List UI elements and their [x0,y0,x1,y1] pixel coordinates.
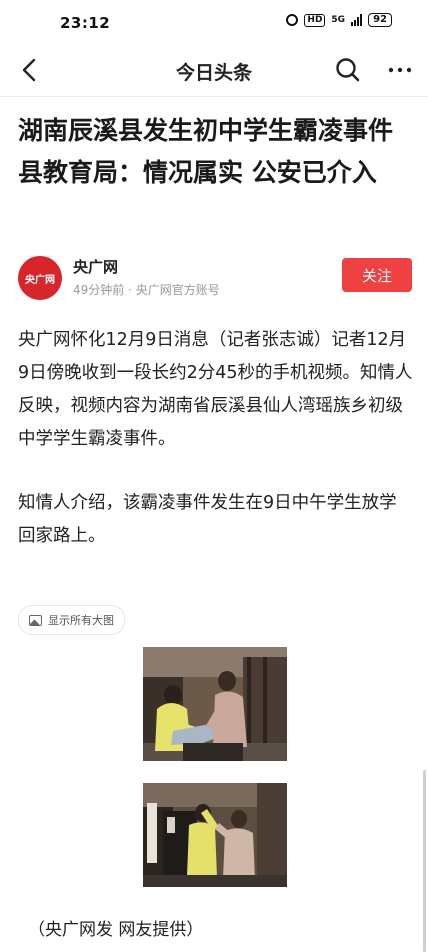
article-paragraph-1: 央广网怀化12月9日消息（记者张志诚）记者12月9日傍晚收到一段长约2分45秒的… [18,330,413,449]
image-icon [29,614,42,626]
battery-level: 92 [368,13,392,27]
show-all-images-label: 显示所有大图 [48,614,114,627]
status-icons: HD 5G 92 [286,13,392,27]
author-meta: 49分钟前 · 央广网官方账号 [73,283,220,297]
nav-divider [0,96,428,97]
status-bar: 23:12 HD 5G 92 [0,0,428,44]
author-row: 央广网 央广网 49分钟前 · 央广网官方账号 关注 [18,254,412,302]
author-avatar[interactable]: 央广网 [18,256,62,300]
photo-scene-1 [143,647,287,761]
photo-scene-2 [143,783,287,887]
network-label: 5G [331,15,346,25]
avatar-text: 央广网 [25,274,55,286]
signal-strength-icon [351,14,363,26]
search-icon [336,58,360,82]
search-button[interactable] [332,54,364,86]
article-headline: 湖南辰溪县发生初中学生霸凌事件 县教育局：情况属实 公安已介入 [18,116,394,187]
scrollbar[interactable] [423,770,426,952]
more-dots-icon [388,67,412,73]
image-caption: （央广网发 网友提供） [28,920,204,940]
article-photo-1[interactable] [143,647,287,761]
author-name[interactable]: 央广网 [73,256,118,277]
more-button[interactable] [384,54,416,86]
status-time: 23:12 [60,14,111,32]
follow-button[interactable]: 关注 [342,258,412,292]
article-photo-2[interactable] [143,783,287,887]
hd-badge: HD [304,13,326,27]
nav-bar: 今日头条 [0,44,428,96]
article-paragraph-2: 知情人介绍，该霸凌事件发生在9日中午学生放学回家路上。 [18,493,397,546]
show-all-images-button[interactable]: 显示所有大图 [18,605,125,635]
alarm-clock-icon [286,14,299,26]
